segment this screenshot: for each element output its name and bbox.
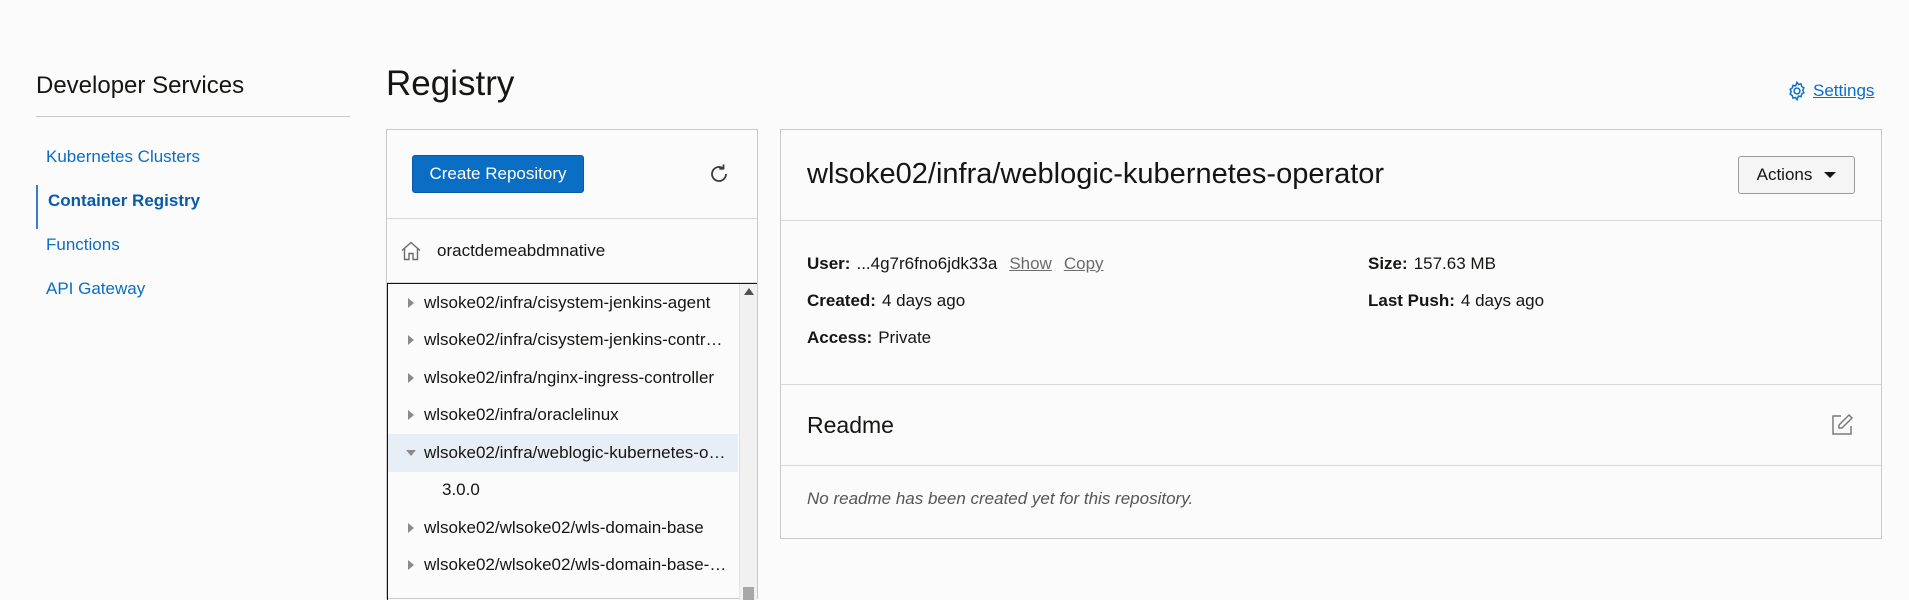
last-push-key: Last Push: [1368,291,1455,310]
created-value: 4 days ago [881,291,966,310]
sidenav-title: Developer Services [36,70,350,117]
user-key: User: [807,254,851,273]
compartment-name: oractdemeabdmnative [437,240,606,260]
caret-right-icon[interactable] [406,410,416,421]
scroll-up-arrow-icon[interactable] [744,288,754,295]
tree-item-label: wlsoke02/wlsoke02/wls-domain-base [424,517,704,537]
tree-item-label: wlsoke02/infra/cisystem-jenkins-agent [424,292,711,312]
sidenav-item-functions[interactable]: Functions [36,229,350,273]
tree-item-image-version[interactable]: 3.0.0 [388,472,738,510]
caret-down-icon[interactable] [406,449,416,457]
caret-right-icon[interactable] [406,560,416,571]
size-key: Size: [1368,254,1408,273]
readme-title: Readme [807,412,894,438]
page-title: Registry [386,64,515,103]
created-key: Created: [807,291,876,310]
tree-item-label: 3.0.0 [442,480,480,500]
access-field: Access: Private [807,328,931,348]
tree-item-label: wlsoke02/infra/nginx-ingress-controller [424,367,715,387]
tree-item[interactable]: wlsoke02/wlsoke02/wls-domain-base [388,509,738,547]
readme-empty-message: No readme has been created yet for this … [807,489,1194,508]
scrollbar-thumb[interactable] [743,587,754,600]
last-push-value: 4 days ago [1460,291,1545,310]
repository-info: User: ...4g7r6fno6jdk33a Show Copy Created:… [781,221,1881,385]
home-icon [399,239,423,263]
settings-label: Settings [1813,81,1875,100]
last-push-field: Last Push: 4 days ago [1368,291,1544,311]
tree-item[interactable]: wlsoke02/infra/oraclelinux [388,397,738,435]
sidenav-item-container-registry[interactable]: Container Registry [36,185,350,229]
tree-item-label: wlsoke02/infra/oraclelinux [424,405,619,425]
compartment-row[interactable]: oractdemeabdmnative [387,219,757,283]
settings-link[interactable]: Settings [1786,80,1874,102]
caret-right-icon[interactable] [406,335,416,346]
copy-link[interactable]: Copy [1064,254,1104,273]
caret-right-icon[interactable] [406,522,416,533]
tree-item-label: wlsoke02/wlsoke02/wls-domain-base-image [424,555,728,575]
side-navigation: Developer Services Kubernetes Clusters C… [36,70,350,317]
user-value: ...4g7r6fno6jdk33a [856,254,998,273]
show-link[interactable]: Show [1009,254,1052,273]
size-field: Size: 157.63 MB [1368,254,1496,274]
tree-item[interactable]: wlsoke02/wlsoke02/wls-domain-base-image [388,547,738,585]
repository-list-panel: Create Repository oractdemeabdmnative wl… [386,129,758,600]
tree-item[interactable]: wlsoke02/infra/cisystem-jenkins-agent [388,284,738,322]
chevron-down-icon [1824,172,1837,178]
sidenav-item-kubernetes-clusters[interactable]: Kubernetes Clusters [36,141,350,185]
caret-right-icon[interactable] [406,372,416,383]
repository-title: wlsoke02/infra/weblogic-kubernetes-opera… [807,158,1385,190]
repository-detail-panel: wlsoke02/infra/weblogic-kubernetes-opera… [780,129,1882,539]
caret-right-icon[interactable] [406,297,416,308]
access-key: Access: [807,328,873,347]
tree-item[interactable]: wlsoke02/infra/nginx-ingress-controller [388,359,738,397]
edit-icon[interactable] [1829,412,1855,438]
size-value: 157.63 MB [1413,254,1496,273]
readme-header: Readme [781,385,1881,466]
tree-item-label: wlsoke02/infra/cisystem-jenkins-controll… [424,330,728,350]
actions-label: Actions [1756,165,1813,184]
create-repository-button[interactable]: Create Repository [412,155,584,193]
refresh-icon[interactable] [707,162,731,186]
tree-item-label: wlsoke02/infra/weblogic-kubernetes-opera… [424,442,728,462]
tree-item[interactable]: wlsoke02/infra/cisystem-jenkins-controll… [388,322,738,360]
tree-item-selected[interactable]: wlsoke02/infra/weblogic-kubernetes-opera… [388,434,738,472]
gear-icon [1786,80,1808,102]
access-value: Private [878,328,932,347]
repository-tree: wlsoke02/infra/cisystem-jenkins-agent wl… [387,283,757,600]
sidenav-item-api-gateway[interactable]: API Gateway [36,273,350,317]
created-field: Created: 4 days ago [807,291,965,311]
repository-toolbar: Create Repository [387,130,757,219]
user-field: User: ...4g7r6fno6jdk33a Show Copy [807,254,1104,274]
sidenav-list: Kubernetes Clusters Container Registry F… [36,141,350,317]
tree-scrollbar[interactable] [739,284,757,600]
actions-button[interactable]: Actions [1738,156,1855,194]
detail-header: wlsoke02/infra/weblogic-kubernetes-opera… [781,130,1881,221]
